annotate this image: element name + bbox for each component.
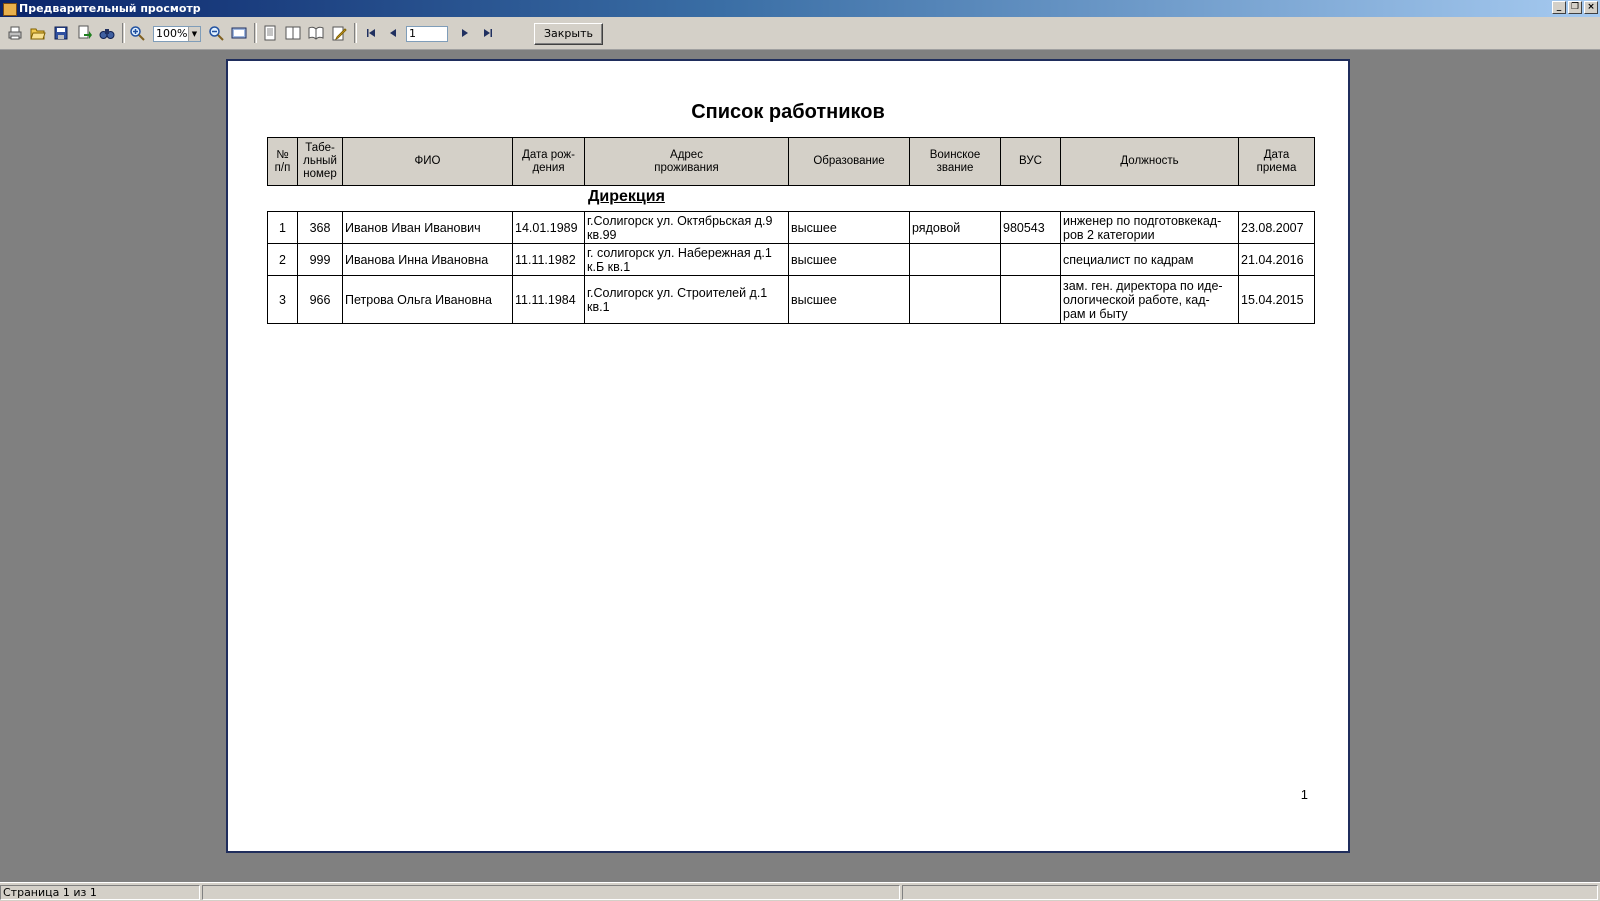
prev-page-icon[interactable] [385,25,401,41]
cell-dob: 14.01.1989 [512,211,585,244]
close-window-button[interactable]: × [1584,1,1598,14]
chevron-down-icon[interactable]: ▼ [188,27,200,41]
cell-dob: 11.11.1984 [512,275,585,324]
find-icon[interactable] [99,25,115,41]
print-icon[interactable] [7,25,23,41]
cell-rank: рядовой [909,211,1001,244]
cell-education: высшее [788,211,910,244]
cell-rank [909,275,1001,324]
page-number: 1 [1300,787,1308,802]
save-icon[interactable] [53,25,69,41]
table-header: № п/п Табе- льный номер ФИО Дата рож- де… [267,137,1315,186]
cell-position: зам. ген. директора по иде- ологической … [1060,275,1239,324]
table-row: 1 368 Иванов Иван Иванович 14.01.1989 г.… [267,211,1315,244]
open-icon[interactable] [30,25,46,41]
restore-button[interactable]: ❐ [1568,1,1582,14]
status-page-info: Страница 1 из 1 [0,885,200,900]
cell-address: г.Солигорск ул. Октябрьская д.9 кв.99 [584,211,789,244]
close-button[interactable]: Закрыть [534,23,603,45]
cell-education: высшее [788,243,910,276]
header-hire-date: Дата приема [1238,137,1315,186]
cell-education: высшее [788,275,910,324]
cell-num: 1 [267,211,298,244]
toolbar-separator [354,23,357,43]
data-table: 1 368 Иванов Иван Иванович 14.01.1989 г.… [267,211,1315,324]
section-title: Дирекция [588,188,665,205]
header-rank: Воинское звание [909,137,1001,186]
cell-num: 3 [267,275,298,324]
cell-fio: Иванов Иван Иванович [342,211,513,244]
zoom-value: 100% [156,27,188,40]
app-icon [3,3,17,16]
table-row: 3 966 Петрова Ольга Ивановна 11.11.1984 … [267,275,1315,324]
report-page: Список работников № п/п Табе- льный номе… [226,59,1350,853]
single-page-icon[interactable] [262,25,278,41]
cell-address: г.Солигорск ул. Строителей д.1 кв.1 [584,275,789,324]
status-panel [902,885,1598,900]
header-education: Образование [788,137,910,186]
cell-rank [909,243,1001,276]
header-vus: ВУС [1000,137,1061,186]
cell-position: специалист по кадрам [1060,243,1239,276]
cell-tab-number: 368 [297,211,343,244]
cell-fio: Иванова Инна Ивановна [342,243,513,276]
cell-hire-date: 21.04.2016 [1238,243,1315,276]
toolbar: 100% ▼ 1 Закрыть [0,17,1600,50]
zoom-in-icon[interactable] [129,25,145,41]
toolbar-separator [254,23,257,43]
cell-tab-number: 999 [297,243,343,276]
two-pages-icon[interactable] [285,25,301,41]
window-title: Предварительный просмотр [19,2,201,15]
toolbar-separator [122,23,125,43]
cell-tab-number: 966 [297,275,343,324]
zoom-select[interactable]: 100% ▼ [153,26,201,42]
cell-vus [1000,243,1061,276]
cell-address: г. солигорск ул. Набережная д.1 к.Б кв.1 [584,243,789,276]
last-page-icon[interactable] [480,25,496,41]
header-position: Должность [1060,137,1239,186]
window-controls: _ ❐ × [1550,1,1598,16]
cell-vus: 980543 [1000,211,1061,244]
header-dob: Дата рож- дения [512,137,585,186]
zoom-out-icon[interactable] [208,25,224,41]
edit-icon[interactable] [331,25,347,41]
title-bar: Предварительный просмотр _ ❐ × [0,0,1600,17]
export-icon[interactable] [76,25,92,41]
header-address: Адрес проживания [584,137,789,186]
first-page-icon[interactable] [363,25,379,41]
cell-position: инженер по подготовкекад- ров 2 категори… [1060,211,1239,244]
status-bar: Страница 1 из 1 [0,882,1600,901]
status-panel [202,885,900,900]
cell-dob: 11.11.1982 [512,243,585,276]
header-fio: ФИО [342,137,513,186]
page-title: Список работников [691,101,885,123]
header-tab-number: Табе- льный номер [297,137,343,186]
next-page-icon[interactable] [457,25,473,41]
header-num: № п/п [267,137,298,186]
cell-num: 2 [267,243,298,276]
cell-hire-date: 15.04.2015 [1238,275,1315,324]
cell-hire-date: 23.08.2007 [1238,211,1315,244]
page-number-input[interactable]: 1 [406,26,448,42]
minimize-button[interactable]: _ [1552,1,1566,14]
book-icon[interactable] [308,25,324,41]
full-page-icon[interactable] [231,25,247,41]
cell-vus [1000,275,1061,324]
cell-fio: Петрова Ольга Ивановна [342,275,513,324]
table-row: 2 999 Иванова Инна Ивановна 11.11.1982 г… [267,243,1315,276]
